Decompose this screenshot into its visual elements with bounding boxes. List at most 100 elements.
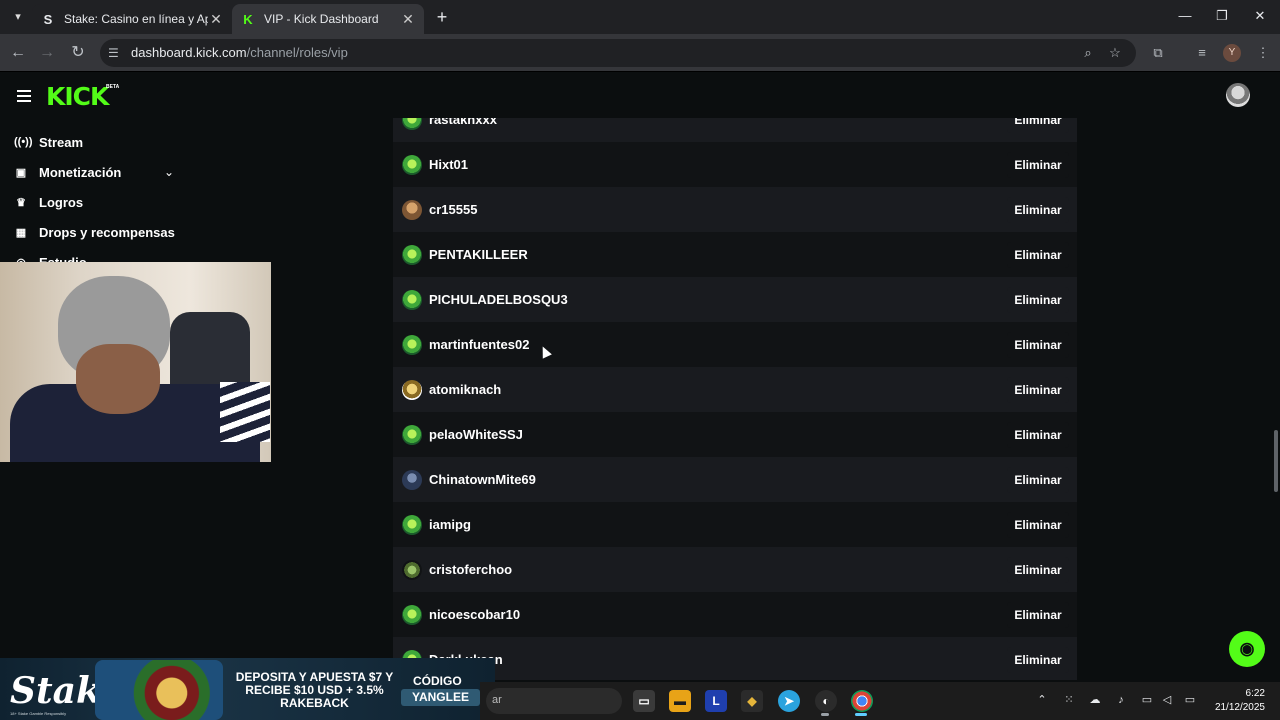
user-avatar[interactable] (402, 199, 422, 220)
user-avatar[interactable] (402, 118, 422, 130)
vip-username[interactable]: ChinatownMite69 (429, 472, 1007, 487)
user-avatar[interactable] (1226, 83, 1250, 107)
ad-promo-text: DEPOSITA Y APUESTA $7 Y RECIBE $10 USD +… (235, 670, 394, 710)
task-view-icon[interactable]: ▭ (633, 690, 655, 712)
active-indicator (855, 713, 867, 716)
file-explorer-icon[interactable]: ▬ (669, 690, 691, 712)
close-tab-icon[interactable]: ✕ (208, 11, 224, 28)
remove-vip-button[interactable]: Eliminar (1007, 286, 1069, 313)
sidebar-item-label: Logros (39, 194, 84, 210)
close-tab-icon[interactable]: ✕ (400, 11, 416, 28)
minimize-window-icon[interactable]: — (1175, 8, 1195, 26)
sidebar-item-drops[interactable]: ▦ Drops y recompensas (14, 222, 175, 242)
url-text[interactable]: dashboard.kick.com/channel/roles/vip (131, 45, 348, 60)
telegram-icon[interactable]: ➤ (778, 690, 800, 712)
user-avatar[interactable] (402, 379, 422, 400)
microphone-icon[interactable]: ♪ (1113, 692, 1129, 708)
remove-vip-button[interactable]: Eliminar (1007, 646, 1069, 673)
new-tab-button[interactable]: + (432, 7, 452, 27)
restore-window-icon[interactable]: ❐ (1212, 8, 1232, 26)
user-avatar[interactable] (402, 289, 422, 310)
chrome-icon[interactable] (851, 690, 873, 712)
vip-row: nicoescobar10 Eliminar (393, 592, 1077, 637)
extensions-icon[interactable]: ⧉ (1149, 44, 1167, 62)
user-avatar[interactable] (402, 604, 422, 625)
user-avatar[interactable] (402, 469, 422, 490)
tray-expand-icon[interactable]: ⌃ (1034, 692, 1050, 708)
browser-menu-icon[interactable]: ⋮ (1254, 44, 1272, 62)
hamburger-menu-icon[interactable] (17, 90, 31, 102)
user-avatar[interactable] (402, 244, 422, 265)
obs-icon[interactable]: ◐ (815, 690, 837, 712)
vip-row: pelaoWhiteSSJ Eliminar (393, 412, 1077, 457)
vip-username[interactable]: atomiknach (429, 382, 1007, 397)
zoom-icon[interactable]: ⌕ (1079, 44, 1097, 62)
remove-vip-button[interactable]: Eliminar (1007, 241, 1069, 268)
clock-date: 21/12/2025 (1214, 702, 1265, 713)
clock-time: 6:22 (1245, 688, 1265, 699)
lol-launcher-icon[interactable]: ◆ (741, 690, 763, 712)
tab-title: VIP - Kick Dashboard (264, 12, 379, 26)
remove-vip-button[interactable]: Eliminar (1007, 376, 1069, 403)
bookmark-star-icon[interactable]: ☆ (1106, 44, 1124, 62)
vip-username[interactable]: rastakhxxx (429, 118, 1007, 127)
chevron-down-icon[interactable]: ⌄ (164, 165, 178, 179)
close-window-icon[interactable]: ✕ (1250, 8, 1270, 26)
ad-code-label: CÓDIGO (413, 674, 462, 688)
taskbar-clock[interactable]: 6:22 21/12/2025 (1203, 687, 1265, 715)
user-avatar[interactable] (402, 154, 422, 175)
tray-grid-icon[interactable]: ⁙ (1061, 692, 1077, 708)
remove-vip-button[interactable]: Eliminar (1007, 466, 1069, 493)
remove-vip-button[interactable]: Eliminar (1007, 196, 1069, 223)
tab-stake[interactable]: S Stake: Casino en línea y Ap ✕ (32, 4, 232, 34)
vip-username[interactable]: martinfuentes02 (429, 337, 1007, 352)
profile-avatar[interactable]: Y (1223, 44, 1241, 62)
vip-username[interactable]: iamipg (429, 517, 1007, 532)
vip-username[interactable]: PENTAKILLEER (429, 247, 1007, 262)
vip-username[interactable]: cristoferchoo (429, 562, 1007, 577)
sidebar-item-logros[interactable]: ♛ Logros (14, 192, 83, 212)
user-avatar[interactable] (402, 424, 422, 445)
remove-vip-button[interactable]: Eliminar (1007, 556, 1069, 583)
tab-kick-dashboard[interactable]: K VIP - Kick Dashboard ✕ (232, 4, 424, 34)
network-icon[interactable]: ▭ (1139, 692, 1155, 708)
page-scrollbar[interactable] (1274, 430, 1278, 492)
vip-username[interactable]: PICHULADELBOSQU3 (429, 292, 1007, 307)
user-avatar[interactable] (402, 514, 422, 535)
onedrive-icon[interactable]: ☁ (1087, 692, 1103, 708)
vip-username[interactable]: Hixt01 (429, 157, 1007, 172)
remove-vip-button[interactable]: Eliminar (1007, 511, 1069, 538)
taskbar-search[interactable] (486, 688, 622, 714)
forward-button[interactable]: → (36, 42, 58, 64)
kick-logo[interactable]: KICK (46, 82, 109, 111)
l-app-icon[interactable]: L (705, 690, 727, 712)
remove-vip-button[interactable]: Eliminar (1007, 601, 1069, 628)
remove-vip-button[interactable]: Eliminar (1007, 151, 1069, 178)
vip-username[interactable]: pelaoWhiteSSJ (429, 427, 1007, 442)
reload-button[interactable]: ↻ (67, 42, 89, 64)
user-avatar[interactable] (402, 334, 422, 355)
running-indicator (821, 713, 829, 716)
sidebar-item-label: Monetización (39, 164, 122, 180)
vip-row: iamipg Eliminar (393, 502, 1077, 547)
remove-vip-button[interactable]: Eliminar (1007, 421, 1069, 448)
support-chat-button[interactable]: ◉ (1229, 631, 1265, 667)
media-controls-icon[interactable]: ≡ (1193, 44, 1211, 62)
remove-vip-button[interactable]: Eliminar (1007, 331, 1069, 358)
sidebar-item-monetizacion[interactable]: ▣ Monetización (14, 162, 122, 182)
tab-search-button[interactable]: ▾ (8, 7, 28, 27)
tab-title: Stake: Casino en línea y Ap (64, 12, 208, 26)
vip-username[interactable]: cr15555 (429, 202, 1007, 217)
ad-disclaimer: 18+ Stake Gamble Responsibly (10, 711, 67, 716)
vip-row: rastakhxxx Eliminar (393, 118, 1077, 142)
vip-row: cr15555 Eliminar (393, 187, 1077, 232)
remove-vip-button[interactable]: Eliminar (1007, 118, 1069, 133)
volume-icon[interactable]: ◁ (1159, 692, 1175, 708)
sidebar-item-stream[interactable]: ((•)) Stream (14, 132, 83, 152)
vip-username[interactable]: nicoescobar10 (429, 607, 1007, 622)
battery-icon[interactable]: ▭ (1182, 692, 1198, 708)
site-settings-icon[interactable]: ☰ (108, 44, 122, 62)
back-button[interactable]: ← (7, 42, 29, 64)
user-avatar[interactable] (402, 559, 422, 580)
vip-username[interactable]: Darkl ukean (429, 652, 1007, 667)
